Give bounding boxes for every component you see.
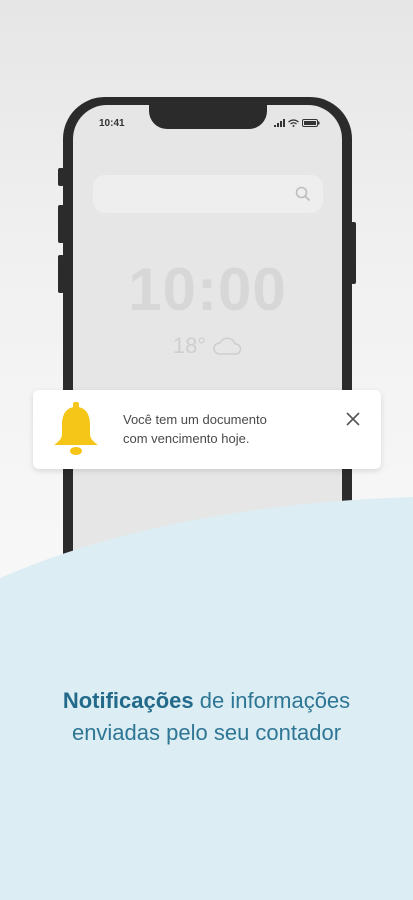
weather-widget: 18°: [73, 333, 342, 359]
notification-card[interactable]: Você tem um documento com vencimento hoj…: [33, 390, 381, 469]
phone-notch: [149, 105, 267, 129]
caption-rest: de informações: [193, 688, 351, 713]
temperature: 18°: [172, 333, 207, 358]
notification-line-1: Você tem um documento: [123, 412, 267, 427]
caption-highlight: Notificações: [62, 688, 194, 713]
bell-icon: [54, 402, 98, 455]
signal-icon: [274, 119, 285, 127]
feature-caption: Notificações de informações enviadas pel…: [0, 685, 413, 749]
notification-line-2: com vencimento hoje.: [123, 431, 250, 446]
status-icons: [274, 119, 320, 127]
search-icon: [295, 186, 311, 202]
battery-icon: [302, 119, 320, 127]
caption-line-1: Notificações de informações: [0, 685, 413, 717]
status-time: 10:41: [99, 118, 125, 129]
cloud-icon: [213, 337, 242, 355]
wifi-icon: [288, 119, 299, 127]
caption-line-2: enviadas pelo seu contador: [71, 720, 342, 745]
notification-message: Você tem um documento com vencimento hoj…: [123, 410, 333, 448]
lockscreen-clock: 10:00: [128, 256, 287, 323]
close-icon[interactable]: [345, 411, 361, 427]
search-bar: [93, 175, 323, 213]
